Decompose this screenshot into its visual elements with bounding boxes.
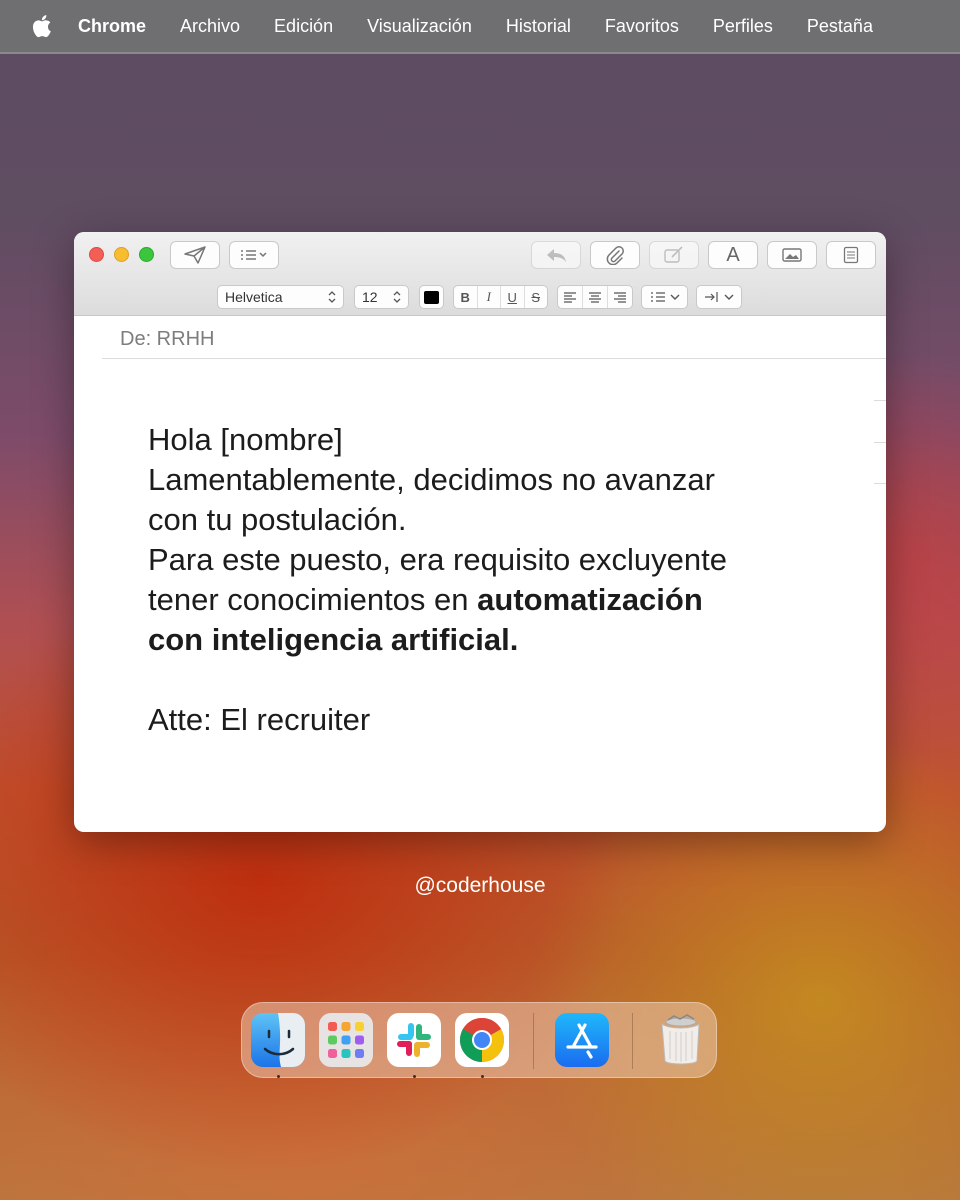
body-line: Lamentablemente, decidimos no avanzar (148, 462, 715, 497)
divider (874, 442, 886, 443)
slack-icon[interactable] (387, 1013, 441, 1067)
dock-separator (533, 1013, 534, 1069)
running-indicator (413, 1075, 416, 1078)
close-button[interactable] (89, 247, 104, 262)
menu-app-name[interactable]: Chrome (78, 16, 146, 37)
markup-button[interactable] (649, 241, 699, 269)
menu-perfiles[interactable]: Perfiles (713, 16, 773, 37)
font-family-select[interactable]: Helvetica (217, 285, 344, 309)
align-center-button[interactable] (583, 286, 608, 308)
watermark-handle: @coderhouse (414, 874, 546, 897)
finder-icon[interactable] (251, 1013, 305, 1067)
markup-icon (664, 246, 683, 263)
indent-icon (705, 292, 718, 302)
trash-icon[interactable] (654, 1013, 708, 1067)
divider (874, 483, 886, 484)
dock (241, 1002, 717, 1078)
chevron-down-icon (724, 294, 734, 300)
font-format-icon: A (726, 243, 740, 266)
chevron-down-icon (670, 294, 679, 300)
message-body[interactable]: Hola [nombre] Lamentablemente, decidimos… (148, 420, 828, 740)
bulleted-list-icon (650, 292, 665, 302)
menu-edicion[interactable]: Edición (274, 16, 333, 37)
alignment-buttons (557, 285, 633, 309)
divider (874, 400, 886, 401)
body-spacer (148, 660, 828, 700)
bold-button[interactable]: B (454, 286, 478, 308)
menu-favoritos[interactable]: Favoritos (605, 16, 679, 37)
italic-button[interactable]: I (478, 286, 501, 308)
divider (102, 358, 886, 359)
list-style-select[interactable] (641, 285, 688, 309)
align-right-button[interactable] (608, 286, 632, 308)
running-indicator (277, 1075, 280, 1078)
menu-visualizacion[interactable]: Visualización (367, 16, 472, 37)
font-size-select[interactable]: 12 (354, 285, 409, 309)
body-text-bold: automatización (477, 582, 703, 617)
list-options-icon (241, 250, 267, 260)
indent-select[interactable] (696, 285, 742, 309)
launchpad-icon[interactable] (319, 1013, 373, 1067)
align-right-icon (614, 292, 626, 303)
color-swatch (424, 290, 439, 304)
body-line: tener conocimientos en automatización (148, 580, 828, 620)
menu-bar: Chrome Archivo Edición Visualización His… (0, 0, 960, 54)
minimize-button[interactable] (114, 247, 129, 262)
text-color-button[interactable] (419, 285, 444, 309)
photo-browser-button[interactable] (767, 241, 817, 269)
format-bar: Helvetica 12 B I U S (74, 285, 886, 309)
apple-logo-icon[interactable] (30, 13, 52, 39)
running-indicator (481, 1075, 484, 1078)
body-line: Para este puesto, era requisito excluyen… (148, 542, 728, 577)
align-center-icon (589, 292, 601, 303)
format-button[interactable]: A (708, 241, 758, 269)
menu-historial[interactable]: Historial (506, 16, 571, 37)
body-text-bold: con inteligencia artificial. (148, 622, 519, 657)
window-controls (89, 247, 154, 262)
send-icon (184, 246, 206, 264)
paperclip-icon (606, 246, 624, 265)
text-style-buttons: B I U S (453, 285, 548, 309)
app-store-icon[interactable] (555, 1013, 609, 1067)
signature: Atte: El recruiter (148, 702, 371, 737)
align-left-button[interactable] (558, 286, 583, 308)
underline-button[interactable]: U (501, 286, 525, 308)
strikethrough-button[interactable]: S (525, 286, 548, 308)
body-line: Hola [nombre] (148, 422, 343, 457)
from-field[interactable]: De: RRHH (120, 328, 214, 351)
zoom-button[interactable] (139, 247, 154, 262)
reply-button[interactable] (531, 241, 581, 269)
header-fields-button[interactable] (229, 241, 279, 269)
toolbar: A Helvetica 12 B I U S (74, 232, 886, 316)
stepper-arrows-icon (393, 291, 401, 303)
stepper-arrows-icon (328, 291, 336, 303)
align-left-icon (564, 292, 576, 303)
body-line: con inteligencia artificial. (148, 620, 828, 660)
stationery-icon (843, 246, 859, 264)
mail-compose-window: A Helvetica 12 B I U S De: RRHH Hola [no… (74, 232, 886, 832)
template-button[interactable] (826, 241, 876, 269)
send-button[interactable] (170, 241, 220, 269)
font-size-value: 12 (362, 289, 378, 305)
photo-icon (782, 248, 802, 262)
chrome-icon[interactable] (455, 1013, 509, 1067)
dock-separator (632, 1013, 633, 1069)
body-text-plain: tener conocimientos en (148, 582, 478, 617)
menu-archivo[interactable]: Archivo (180, 16, 240, 37)
font-family-value: Helvetica (225, 289, 283, 305)
attach-button[interactable] (590, 241, 640, 269)
reply-icon (547, 249, 566, 262)
menu-pestana[interactable]: Pestaña (807, 16, 873, 37)
body-line: con tu postulación. (148, 502, 407, 537)
